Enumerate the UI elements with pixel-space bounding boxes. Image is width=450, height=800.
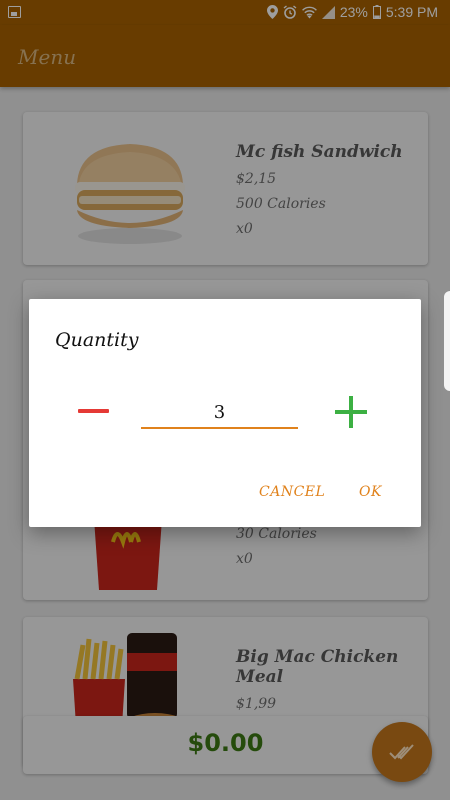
minus-icon[interactable] [78, 409, 109, 413]
dialog-title: Quantity [55, 329, 139, 351]
side-drawer-handle[interactable] [444, 291, 450, 391]
ok-button[interactable]: OK [359, 484, 382, 500]
plus-icon[interactable] [335, 396, 367, 428]
quantity-dialog: Quantity CANCEL OK [29, 299, 421, 527]
cancel-button[interactable]: CANCEL [259, 484, 325, 500]
quantity-input[interactable] [141, 397, 298, 429]
